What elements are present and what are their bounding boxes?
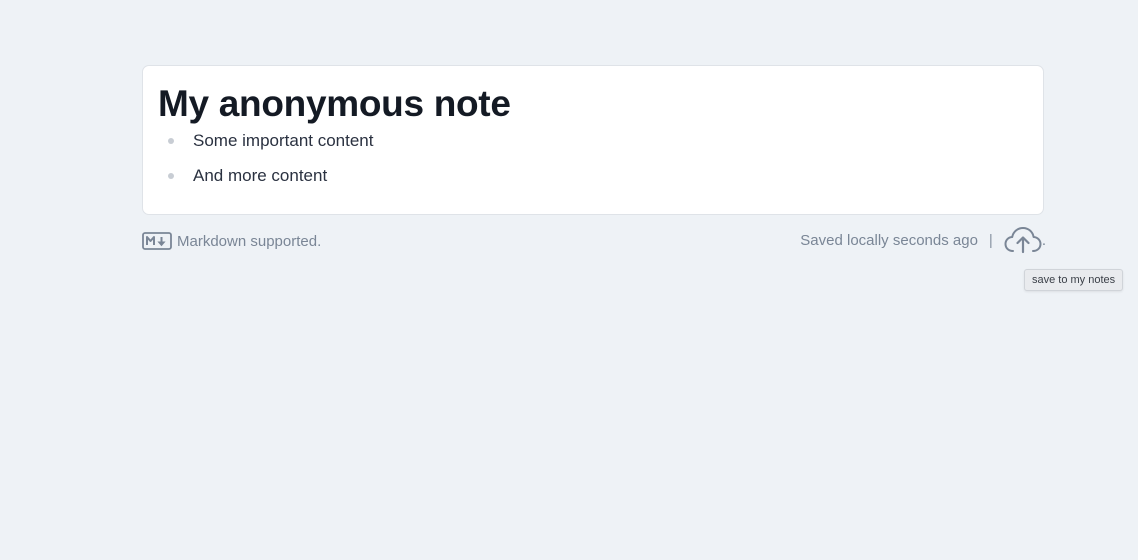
list-item[interactable]: Some important content (158, 130, 1028, 165)
status-text: Saved locally seconds ago (800, 231, 978, 249)
markdown-icon (142, 232, 172, 250)
note-title[interactable]: My anonymous note (158, 82, 1028, 126)
list-item-text: Some important content (193, 131, 374, 150)
markdown-hint: Markdown supported. (142, 231, 321, 251)
cloud-upload-icon[interactable] (1004, 226, 1042, 254)
markdown-label: Markdown supported. (177, 232, 322, 250)
bullet-icon (168, 173, 174, 179)
save-tooltip: save to my notes (1024, 269, 1124, 291)
note-editor[interactable]: My anonymous note Some important content… (142, 65, 1044, 215)
bullet-icon (168, 138, 174, 144)
separator: | (988, 231, 993, 249)
list-item-text: And more content (193, 166, 328, 185)
trailing-dot: . (1041, 231, 1046, 249)
note-list: Some important content And more content (158, 130, 1028, 200)
save-status: Saved locally seconds ago | . (800, 226, 1046, 254)
page: { "note": { "title": "My anonymous note"… (0, 0, 1138, 560)
list-item[interactable]: And more content (158, 165, 1028, 200)
